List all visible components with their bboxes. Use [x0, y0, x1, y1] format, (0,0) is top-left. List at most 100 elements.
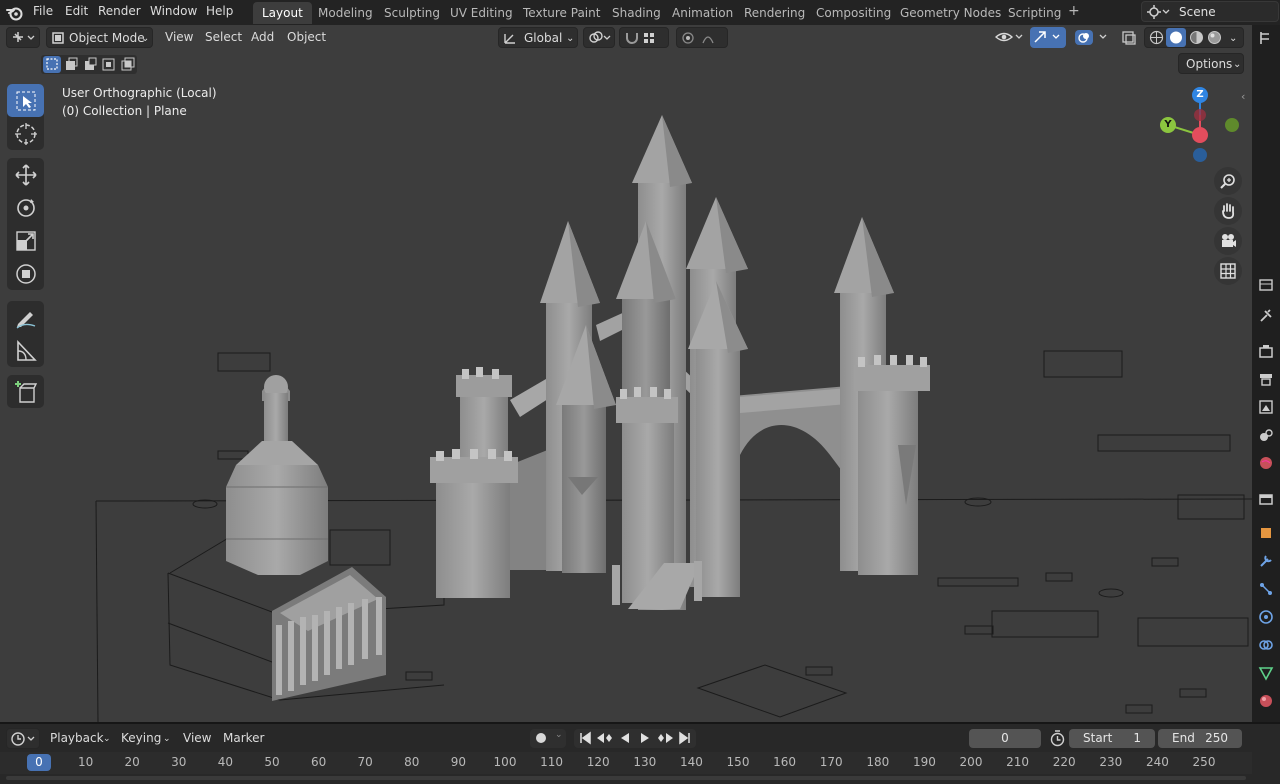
gizmo-z-axis[interactable]: Z	[1192, 87, 1208, 103]
mode-dropdown[interactable]: Object Mode ⌄	[46, 27, 153, 48]
tab-scripting[interactable]: Scripting	[999, 2, 1070, 24]
transform-tool[interactable]	[7, 257, 44, 290]
viewport-scene	[95, 95, 1252, 722]
menu-window[interactable]: Window	[150, 4, 197, 18]
visibility-dropdown[interactable]	[992, 27, 1026, 48]
start-frame-field[interactable]: Start 1	[1069, 729, 1155, 748]
tab-modeling[interactable]: Modeling	[309, 2, 382, 24]
current-frame-field[interactable]: 0	[969, 729, 1041, 748]
outliner-icon[interactable]	[1258, 30, 1274, 46]
gizmo-toggle[interactable]	[1030, 27, 1066, 48]
options-dropdown[interactable]: Options ⌄	[1178, 53, 1244, 74]
overlays-toggle[interactable]	[1072, 27, 1112, 48]
scale-tool[interactable]	[7, 224, 44, 257]
physics-props-icon[interactable]	[1258, 609, 1274, 625]
add-workspace-button[interactable]: +	[1068, 3, 1080, 19]
menu-add[interactable]: Add	[251, 30, 274, 44]
start-value: 1	[1133, 731, 1141, 745]
editor-type-props-icon[interactable]	[1258, 277, 1274, 293]
solid-shading-icon[interactable]	[1166, 28, 1186, 47]
camera-view-button[interactable]	[1214, 227, 1242, 255]
menu-render[interactable]: Render	[98, 4, 141, 18]
collection-props-icon[interactable]	[1258, 491, 1274, 507]
menu-playback[interactable]: Playback	[50, 731, 104, 745]
editor-type-button[interactable]	[6, 27, 40, 48]
tab-layout[interactable]: Layout	[253, 2, 312, 24]
rotate-tool[interactable]	[7, 191, 44, 224]
particles-props-icon[interactable]	[1258, 581, 1274, 597]
cursor-tool[interactable]	[7, 117, 44, 150]
pan-button[interactable]	[1214, 197, 1242, 225]
select-subtract-icon[interactable]	[81, 56, 99, 76]
shading-mode-group[interactable]: ⌄	[1144, 27, 1244, 48]
view-layer-props-icon[interactable]	[1258, 399, 1274, 415]
rendered-shading-icon[interactable]	[1207, 30, 1222, 51]
tab-uv-editing[interactable]: UV Editing	[441, 2, 522, 24]
select-intersect-icon[interactable]	[119, 56, 137, 76]
object-props-icon[interactable]	[1258, 525, 1274, 541]
menu-timeline-view[interactable]: View	[183, 731, 211, 745]
timeline-scrollbar[interactable]	[6, 776, 1246, 780]
snap-toggle[interactable]	[619, 27, 669, 48]
data-props-icon[interactable]	[1258, 665, 1274, 681]
gizmo-y-axis[interactable]: Y	[1160, 117, 1176, 133]
tab-compositing[interactable]: Compositing	[807, 2, 900, 24]
select-extend-icon[interactable]	[62, 56, 80, 76]
select-new-icon[interactable]	[43, 56, 61, 73]
scene-props-icon[interactable]	[1258, 427, 1274, 443]
play-reverse-icon[interactable]	[618, 731, 632, 748]
material-preview-icon[interactable]	[1189, 30, 1204, 51]
auto-keying-toggle[interactable]: ⌄	[530, 729, 566, 748]
tab-geometry-nodes[interactable]: Geometry Nodes	[891, 2, 1010, 24]
output-props-icon[interactable]	[1258, 371, 1274, 387]
tab-sculpting[interactable]: Sculpting	[375, 2, 449, 24]
pivot-point-dropdown[interactable]	[583, 27, 615, 48]
navigation-gizmo	[1167, 95, 1239, 162]
blender-logo-icon[interactable]	[6, 4, 24, 24]
menu-view[interactable]: View	[165, 30, 193, 44]
menu-select[interactable]: Select	[205, 30, 242, 44]
add-cube-tool[interactable]	[7, 375, 44, 408]
menu-keying[interactable]: Keying	[121, 731, 161, 745]
move-tool[interactable]	[7, 158, 44, 191]
tab-rendering[interactable]: Rendering	[735, 2, 814, 24]
xray-toggle[interactable]	[1118, 27, 1140, 48]
proportional-edit-toggle[interactable]	[676, 27, 728, 48]
jump-end-icon[interactable]	[678, 731, 692, 748]
annotate-tool[interactable]	[7, 301, 44, 334]
transform-orientation-dropdown[interactable]: Global ⌄	[498, 27, 578, 48]
stopwatch-icon[interactable]	[1049, 730, 1066, 750]
prev-keyframe-icon[interactable]	[596, 731, 614, 748]
menu-file[interactable]: File	[33, 4, 53, 18]
material-props-icon[interactable]	[1258, 693, 1274, 709]
tab-shading[interactable]: Shading	[603, 2, 670, 24]
menu-marker[interactable]: Marker	[223, 731, 264, 745]
measure-tool[interactable]	[7, 334, 44, 367]
jump-start-icon[interactable]	[578, 731, 592, 748]
select-mode-group[interactable]	[41, 55, 137, 74]
timeline-editor-type-button[interactable]	[6, 728, 40, 749]
end-frame-field[interactable]: End 250	[1158, 729, 1242, 748]
chevron-down-icon[interactable]: ⌄	[1229, 29, 1237, 48]
select-invert-icon[interactable]	[100, 56, 118, 76]
tab-animation[interactable]: Animation	[663, 2, 742, 24]
3d-viewport[interactable]: Z Y Object Mode ⌄ View Select Add Object…	[0, 25, 1252, 722]
modifier-props-icon[interactable]	[1258, 553, 1274, 569]
tool-props-icon[interactable]	[1258, 308, 1274, 324]
chevron-down-icon: ⌄	[1233, 59, 1242, 70]
perspective-toggle-button[interactable]	[1214, 257, 1242, 285]
menu-object[interactable]: Object	[287, 30, 326, 44]
scene-selector[interactable]: Scene	[1141, 1, 1279, 22]
menu-help[interactable]: Help	[206, 4, 233, 18]
world-props-icon[interactable]	[1258, 455, 1274, 471]
menu-edit[interactable]: Edit	[65, 4, 88, 18]
wireframe-shading-icon[interactable]	[1149, 30, 1164, 51]
render-props-icon[interactable]	[1258, 343, 1274, 359]
collapse-sidebar-icon[interactable]: ‹	[1241, 90, 1245, 103]
zoom-button[interactable]	[1214, 167, 1242, 195]
play-icon[interactable]	[638, 731, 652, 748]
select-box-tool[interactable]	[7, 84, 44, 117]
tab-texture-paint[interactable]: Texture Paint	[514, 2, 609, 24]
next-keyframe-icon[interactable]	[656, 731, 674, 748]
constraints-props-icon[interactable]	[1258, 637, 1274, 653]
